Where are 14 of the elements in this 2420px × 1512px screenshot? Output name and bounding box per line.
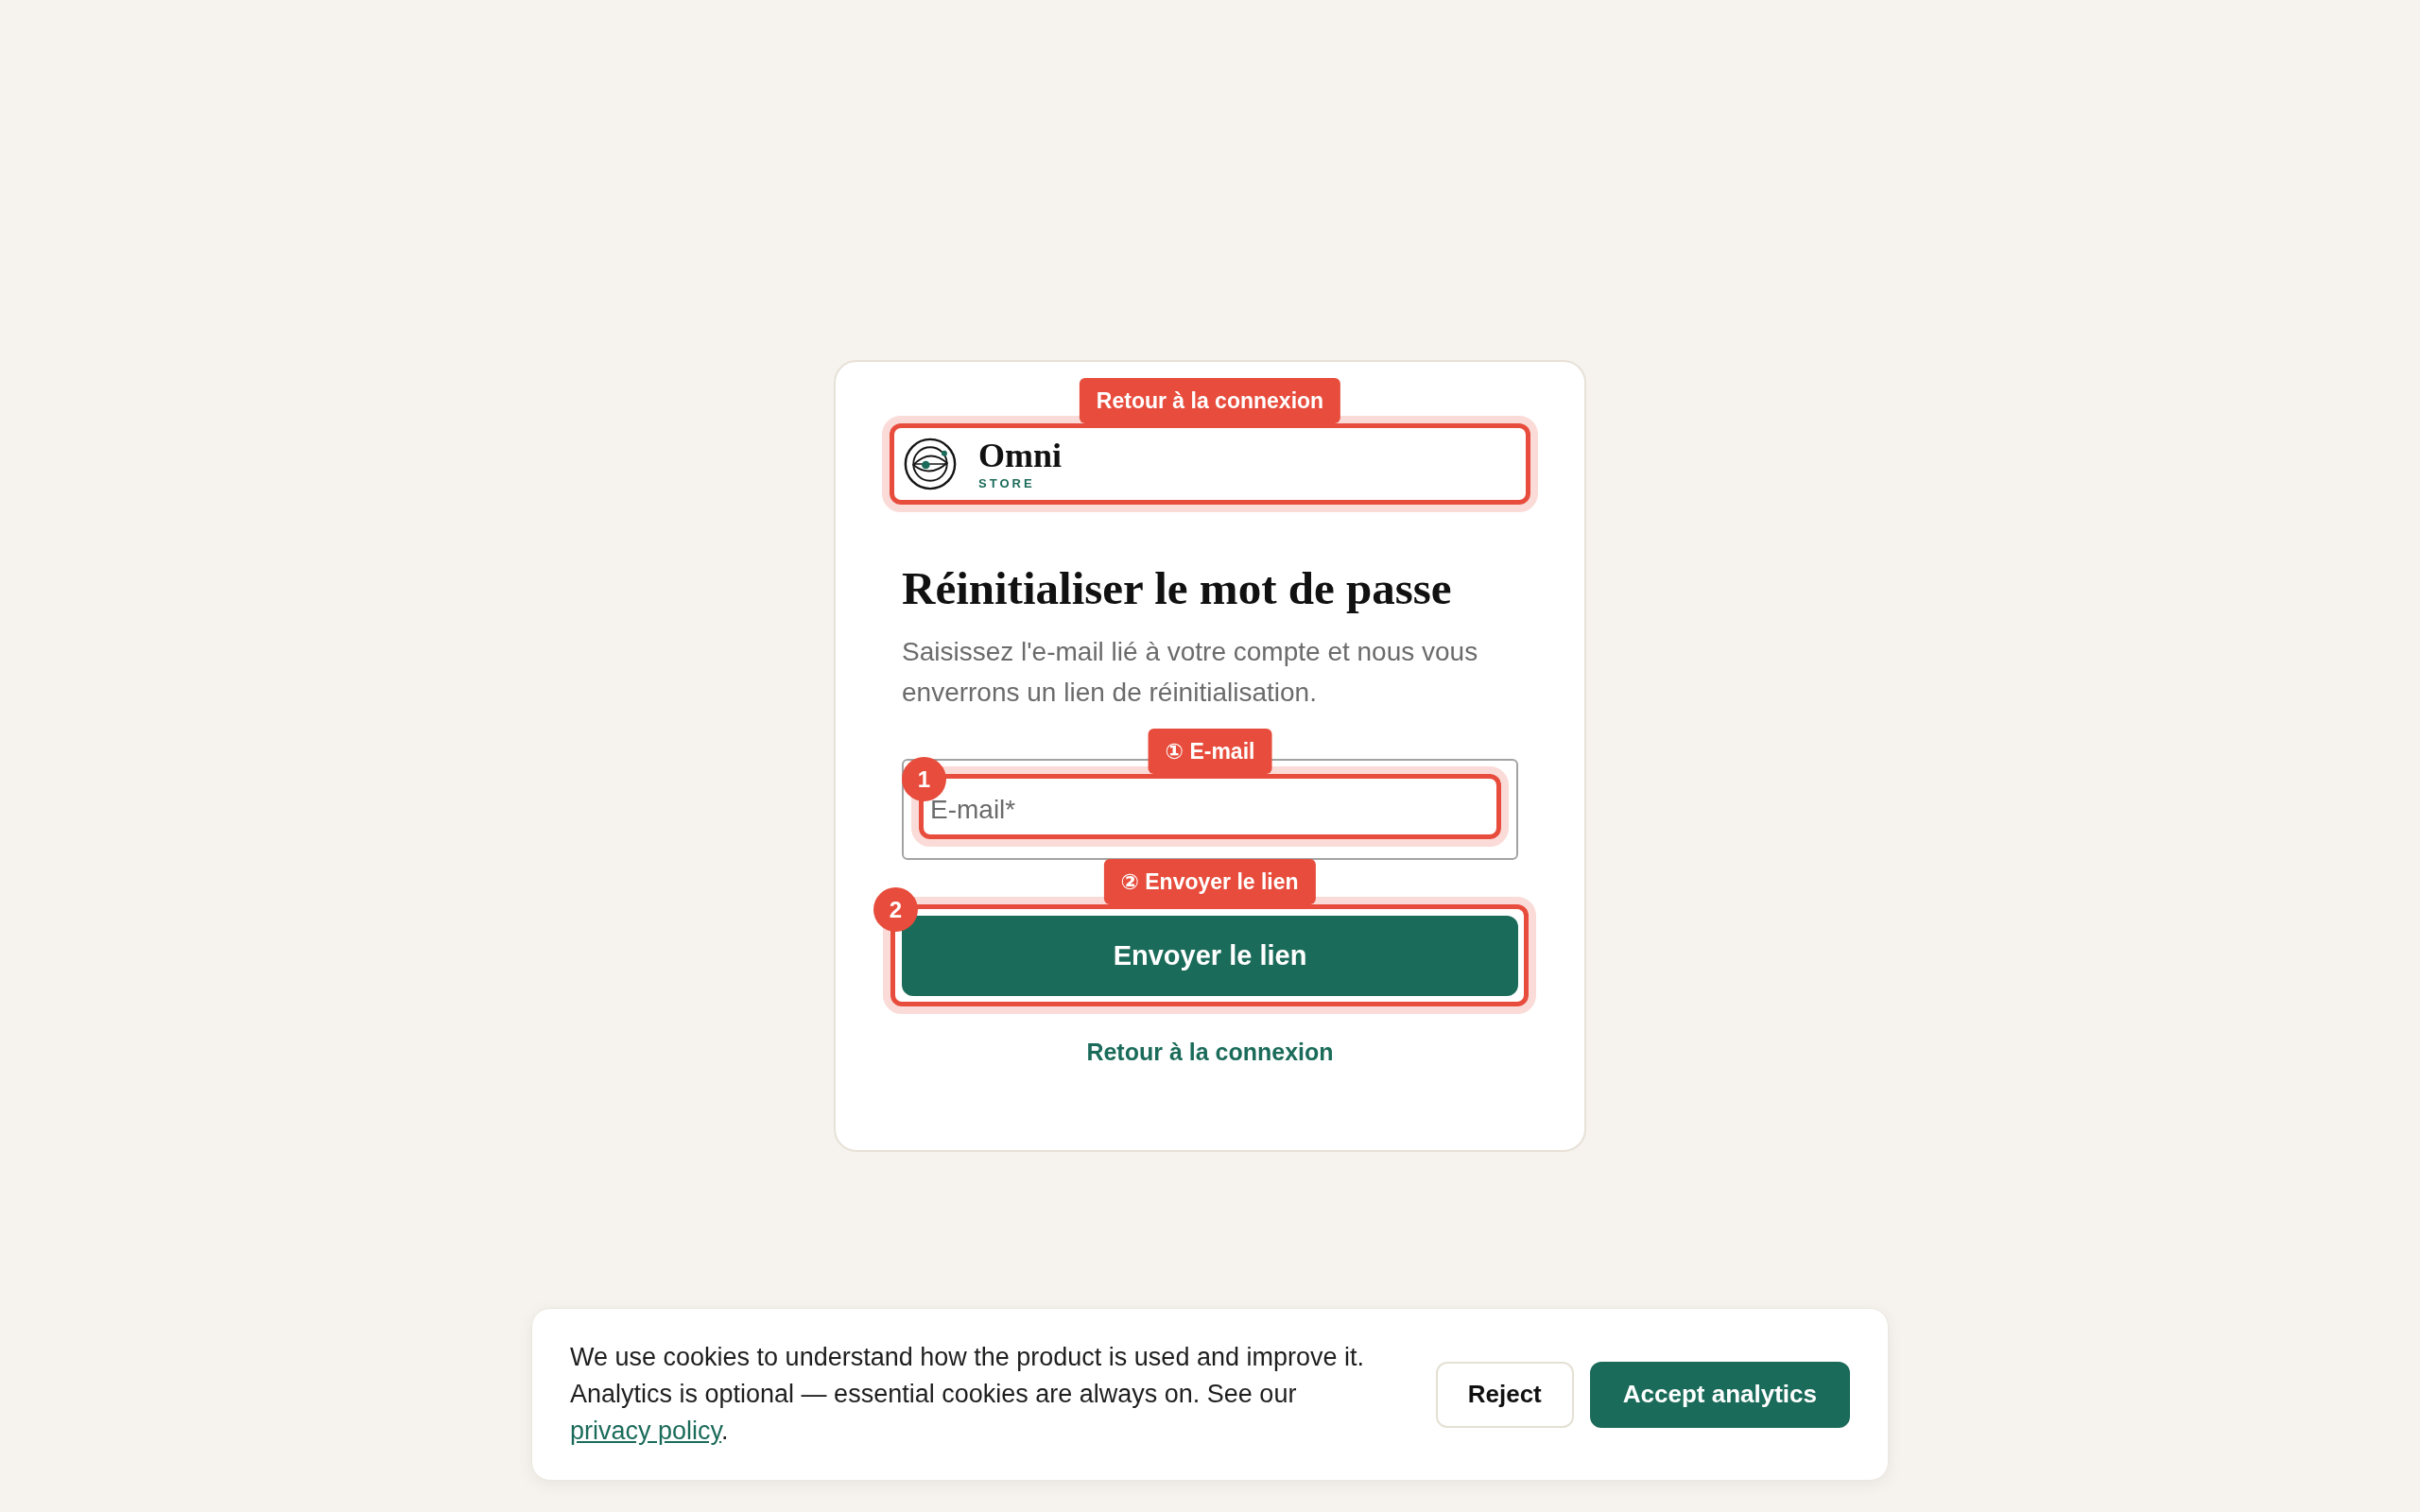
cookie-notice-text: We use cookies to understand how the product is used and improve it. Analytics is optional — essential cookies are always on. See our privacy policy. (570, 1342, 1365, 1447)
annotation-label: Retour à la connexion (1079, 378, 1341, 423)
accept-analytics-button[interactable]: Accept analytics (1589, 1361, 1850, 1428)
page-heading: Réinitialiser le mot de passe (902, 562, 1453, 615)
reject-button[interactable]: Reject (1435, 1361, 1574, 1428)
privacy-policy-link[interactable]: privacy policy (570, 1417, 722, 1445)
logo-link[interactable]: Omni STORE (894, 428, 1526, 500)
step-marker: 2 (873, 887, 918, 932)
eye-orbit-logo-icon (904, 438, 957, 490)
back-to-login-link[interactable]: Retour à la connexion (1086, 1036, 1334, 1068)
instructions-text: Saisissez l'e-mail lié à votre compte et nous vous enverrons un lien de réinitialisation. (902, 636, 1479, 709)
send-link-button[interactable]: Envoyer le lien (902, 916, 1518, 996)
annotation-label: ① E-mail (1148, 729, 1272, 774)
annotation-label: ② Envoyer le lien (1103, 859, 1316, 904)
